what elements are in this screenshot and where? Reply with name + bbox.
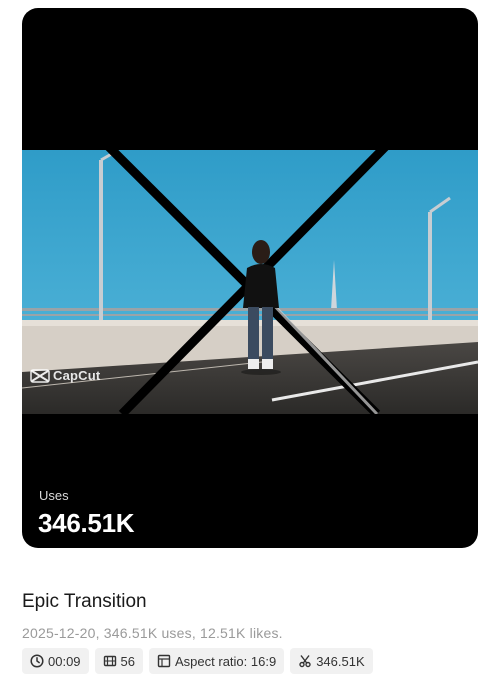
uses-value: 346.51K bbox=[38, 508, 135, 538]
clock-icon bbox=[30, 654, 44, 668]
template-preview-card[interactable]: CapCut Uses 346.51K bbox=[22, 8, 478, 548]
template-meta: 2025-12-20, 346.51K uses, 12.51K likes. bbox=[22, 625, 283, 641]
capcut-logo-icon bbox=[30, 368, 50, 383]
clips-chip: 56 bbox=[94, 648, 144, 674]
scissors-icon bbox=[299, 655, 311, 668]
capcut-watermark: CapCut bbox=[30, 368, 100, 383]
watermark-text: CapCut bbox=[53, 368, 101, 383]
uses-chip-label: 346.51K bbox=[316, 653, 365, 669]
layout-icon bbox=[157, 654, 171, 668]
clips-label: 56 bbox=[120, 653, 136, 669]
preview-image: CapCut bbox=[22, 150, 478, 414]
aspect-ratio-label: Aspect ratio: 16:9 bbox=[175, 653, 277, 669]
duration-chip: 00:09 bbox=[22, 648, 89, 674]
template-stats: 00:09 56 Aspect ratio: 16:9 346.51K bbox=[22, 648, 373, 674]
duration-label: 00:09 bbox=[48, 653, 81, 669]
film-icon bbox=[103, 655, 116, 667]
template-title[interactable]: Epic Transition bbox=[22, 591, 147, 613]
uses-chip: 346.51K bbox=[290, 648, 373, 674]
uses-label: Uses bbox=[39, 488, 69, 503]
aspect-ratio-chip: Aspect ratio: 16:9 bbox=[149, 648, 285, 674]
